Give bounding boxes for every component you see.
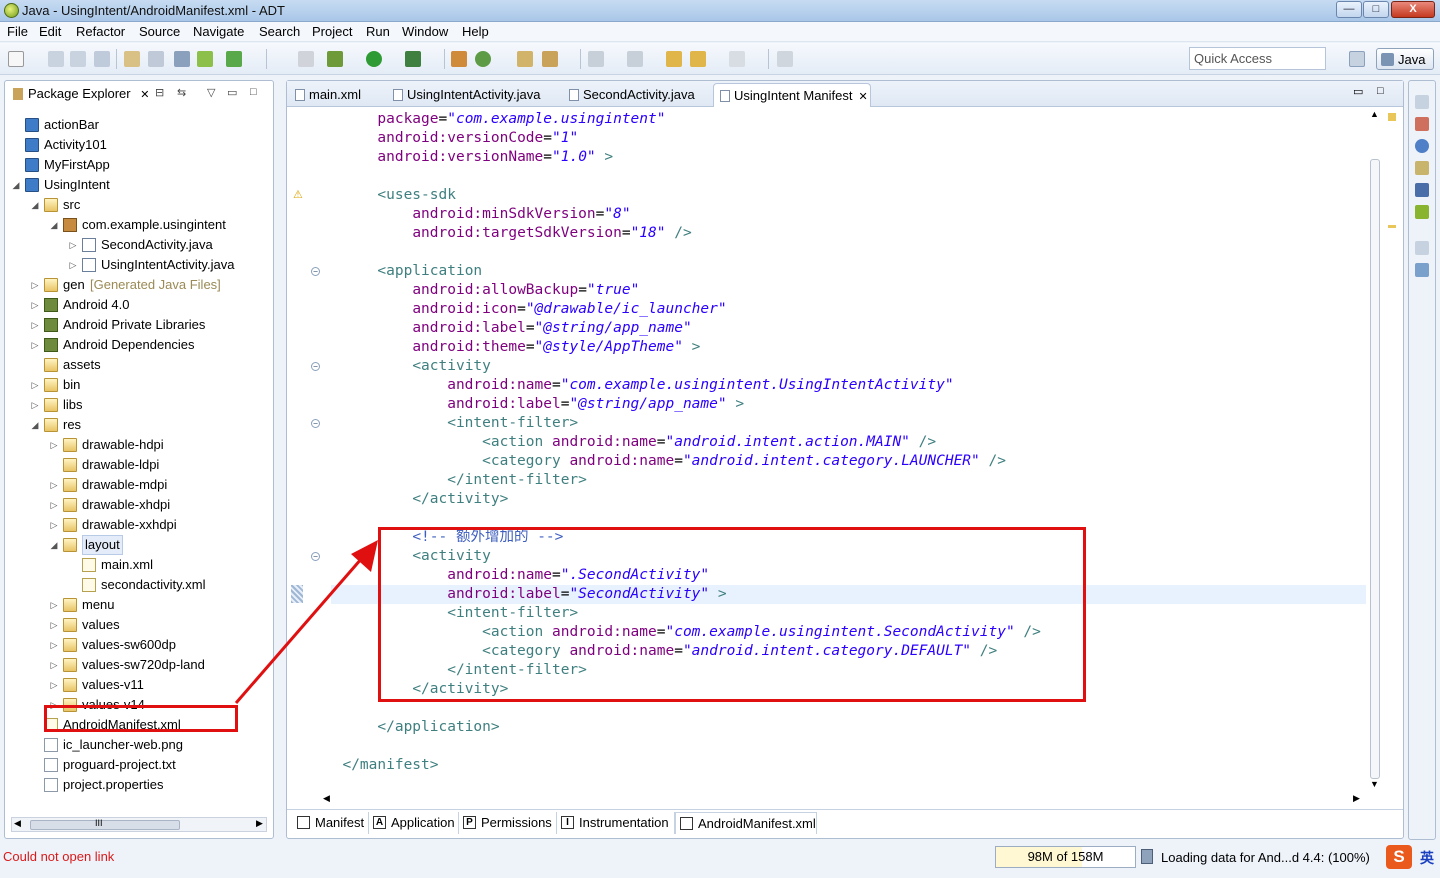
annotation-arrow [234,540,378,704]
